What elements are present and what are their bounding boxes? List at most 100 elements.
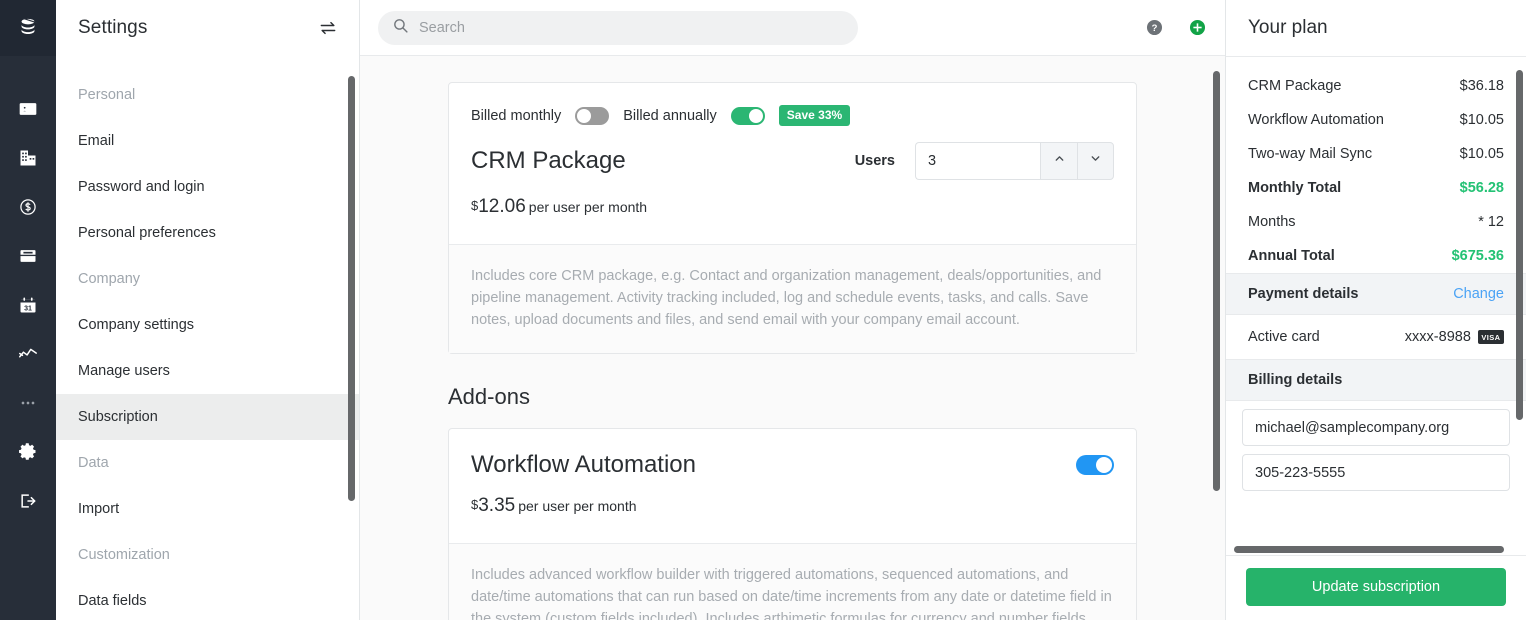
svg-text:31: 31 <box>24 304 32 312</box>
chevron-down-icon <box>1089 152 1102 170</box>
addon-toggle[interactable] <box>1076 455 1114 475</box>
top-bar: ? <box>360 0 1225 56</box>
sidebar-item-import[interactable]: Import <box>56 486 359 532</box>
help-circle-icon[interactable]: ? <box>1145 18 1164 37</box>
rail-icon-list: 31 <box>0 56 56 525</box>
rail-item-calendar[interactable]: 31 <box>0 280 56 329</box>
billing-toggle-row: Billed monthly Billed annually Save 33% <box>471 105 1114 126</box>
update-subscription-button[interactable]: Update subscription <box>1246 568 1506 606</box>
settings-nav-group: Personal <box>78 87 136 103</box>
visa-icon: VISA <box>1477 330 1504 344</box>
search-input[interactable] <box>419 19 844 36</box>
plan-line-item: Monthly Total $56.28 <box>1226 171 1526 205</box>
settings-title: Settings <box>78 17 148 38</box>
payment-details-label: Payment details <box>1248 286 1359 302</box>
billed-monthly-toggle[interactable] <box>575 106 610 125</box>
users-increment-button[interactable] <box>1040 142 1077 180</box>
billed-monthly-label: Billed monthly <box>471 107 562 124</box>
settings-nav-list: Personal Email Password and login Personal … <box>56 56 359 620</box>
search-box[interactable] <box>378 10 858 45</box>
calendar-icon: 31 <box>18 295 38 315</box>
toggle-knob <box>577 108 592 123</box>
billed-annually-toggle[interactable] <box>730 106 765 125</box>
sidebar-item-subscription[interactable]: Subscription <box>56 394 359 440</box>
plus-circle-icon[interactable] <box>1188 18 1207 37</box>
chevron-up-icon <box>1053 152 1066 170</box>
package-price: $12.06 <box>471 196 526 217</box>
rail-item-inbox[interactable] <box>0 231 56 280</box>
content-inner: Billed monthly Billed annually Save 33% … <box>360 82 1225 620</box>
billing-details-section: Billing details <box>1226 359 1526 401</box>
rail-item-organizations[interactable] <box>0 133 56 182</box>
users-stepper <box>915 142 1114 180</box>
addon-name: Workflow Automation <box>471 451 696 478</box>
addon-price: $3.35 <box>471 495 515 516</box>
change-payment-link[interactable]: Change <box>1453 286 1504 302</box>
rail-item-deals[interactable] <box>0 182 56 231</box>
plan-footer: Update subscription <box>1226 555 1526 620</box>
inbox-icon <box>18 246 38 266</box>
your-plan-panel: Your plan CRM Package $36.18 Workflow Auto… <box>1225 0 1526 620</box>
settings-nav-group: Customization <box>78 547 170 563</box>
plan-line-value: $36.18 <box>1459 78 1504 94</box>
plan-line-value: $675.36 <box>1451 248 1504 264</box>
settings-scrollbar-track[interactable] <box>344 56 359 620</box>
users-decrement-button[interactable] <box>1077 142 1114 180</box>
plan-line-label: Annual Total <box>1248 248 1335 264</box>
rail-item-analytics[interactable] <box>0 329 56 378</box>
deals-icon <box>18 197 38 217</box>
sidebar-item-data-fields[interactable]: Data fields <box>56 578 359 620</box>
save-badge: Save 33% <box>778 105 851 126</box>
main-column: ? Billed monthly <box>360 0 1225 620</box>
active-card-row: Active card xxxx-8988 VISA <box>1226 315 1526 359</box>
plan-horizontal-scrollbar-thumb[interactable] <box>1234 546 1504 553</box>
sidebar-item-email[interactable]: Email <box>56 118 359 164</box>
crm-package-card: Billed monthly Billed annually Save 33% … <box>448 82 1137 354</box>
gear-icon <box>18 441 39 462</box>
logout-icon <box>18 491 38 511</box>
plan-line-item: Two-way Mail Sync $10.05 <box>1226 137 1526 171</box>
plan-title: Your plan <box>1226 0 1526 57</box>
plan-line-items: CRM Package $36.18 Workflow Automation $10.… <box>1226 57 1526 273</box>
settings-scrollbar-thumb[interactable] <box>348 76 355 501</box>
package-description: Includes core CRM package, e.g. Contact … <box>449 244 1136 353</box>
sidebar-item-password-and-login[interactable]: Password and login <box>56 164 359 210</box>
main-scrollbar-thumb[interactable] <box>1213 71 1220 491</box>
plan-line-item: Workflow Automation $10.05 <box>1226 103 1526 137</box>
contacts-icon <box>18 99 38 119</box>
rail-item-more[interactable] <box>0 378 56 427</box>
icon-rail: 31 <box>0 0 56 620</box>
settings-nav-group: Data <box>78 455 109 471</box>
plan-scrollbar-track[interactable] <box>1511 57 1526 555</box>
sidebar-item-manage-users[interactable]: Manage users <box>56 348 359 394</box>
users-input[interactable] <box>915 142 1040 180</box>
addon-header-row: Workflow Automation <box>471 451 1114 479</box>
plan-line-label: CRM Package <box>1248 78 1342 94</box>
toggle-knob <box>1096 457 1112 473</box>
billed-annually-label: Billed annually <box>623 107 717 124</box>
rail-item-contacts[interactable] <box>0 84 56 133</box>
svg-text:?: ? <box>1152 23 1158 34</box>
billing-details-label: Billing details <box>1248 372 1343 388</box>
swap-arrows-icon[interactable] <box>317 17 339 39</box>
app-logo-icon[interactable] <box>0 0 56 56</box>
billing-phone-input[interactable] <box>1242 454 1510 491</box>
sidebar-item-company-settings[interactable]: Company settings <box>56 302 359 348</box>
active-card-value-wrap: xxxx-8988 VISA <box>1405 329 1504 345</box>
sidebar-item-personal-preferences[interactable]: Personal preferences <box>56 210 359 256</box>
search-icon <box>392 17 409 39</box>
billing-email-input[interactable] <box>1242 409 1510 446</box>
plan-line-label: Two-way Mail Sync <box>1248 146 1373 162</box>
main-scrollbar-track[interactable] <box>1209 56 1225 620</box>
addon-body: Workflow Automation $3.35 per user per mo… <box>449 429 1136 543</box>
rail-item-logout[interactable] <box>0 476 56 525</box>
package-price-line: $12.06 per user per month <box>471 196 1114 218</box>
plan-scrollbar-thumb[interactable] <box>1516 70 1523 420</box>
rail-item-settings[interactable] <box>0 427 56 476</box>
plan-line-label: Monthly Total <box>1248 180 1342 196</box>
active-card-label: Active card <box>1248 329 1320 345</box>
settings-nav-group: Company <box>78 271 141 287</box>
price-period: per user per month <box>528 199 648 215</box>
plan-line-value: $56.28 <box>1459 180 1504 196</box>
plan-line-value: $10.05 <box>1459 112 1504 128</box>
